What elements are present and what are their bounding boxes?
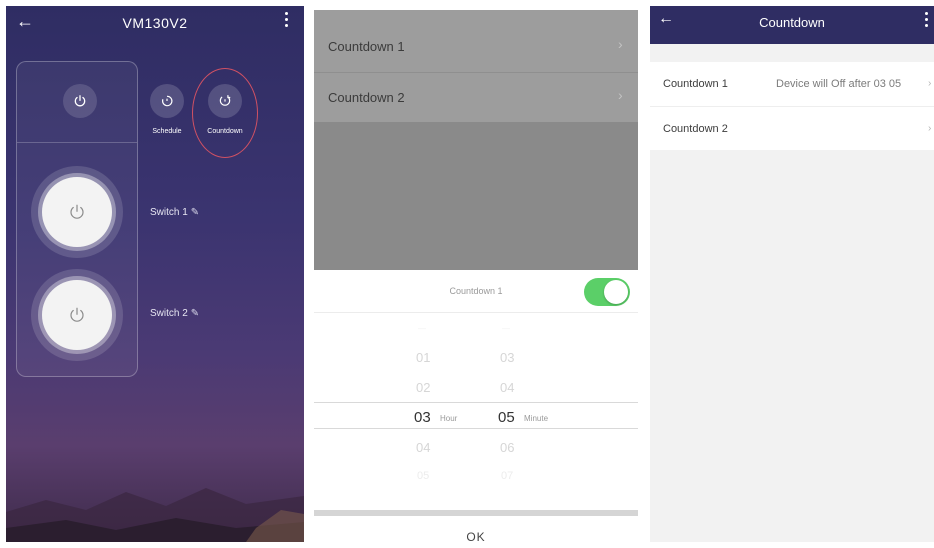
switch-1-label: Switch 1 (150, 207, 188, 218)
list-item-label: Countdown 1 (663, 78, 728, 90)
minute-option[interactable]: 07 (501, 470, 513, 482)
sheet-footer-divider (314, 510, 638, 516)
divider (314, 312, 638, 313)
device-title: VM130V2 (122, 15, 188, 31)
switch-2-label: Switch 2 (150, 308, 188, 319)
highlight-circle (192, 68, 258, 158)
list-item[interactable]: Countdown 2 › (314, 72, 638, 122)
picker-hint: — (502, 324, 510, 333)
switch-panel (16, 61, 138, 377)
countdown-toggle[interactable] (584, 278, 630, 306)
power-icon (70, 307, 84, 322)
page-title: Countdown (759, 15, 825, 30)
list-item[interactable]: Countdown 1 Device will Off after 03 05 … (650, 62, 934, 106)
chevron-right-icon: › (928, 123, 932, 134)
hour-option[interactable]: 01 (416, 350, 430, 365)
timer-icon (162, 95, 173, 107)
toggle-knob (604, 280, 628, 304)
hour-option[interactable]: 04 (416, 440, 430, 455)
list-item[interactable]: Countdown 2 › (650, 106, 934, 150)
hour-unit: Hour (440, 414, 458, 423)
countdown-sheet: Countdown 1 — 01 02 03 Hour 04 05 — 03 0… (314, 270, 638, 544)
top-bar: ← Countdown (650, 6, 934, 44)
switch-1-label-row[interactable]: Switch 1 ✎ (150, 207, 199, 218)
pencil-icon[interactable]: ✎ (191, 207, 199, 218)
switch-1-button[interactable] (31, 166, 123, 258)
list-item-label: Countdown 2 (663, 123, 728, 135)
countdown-list-dimmed: Countdown 1 › Countdown 2 › (314, 10, 638, 122)
mountain-background (6, 488, 304, 542)
selection-line-bottom (314, 428, 638, 429)
minute-option[interactable]: 03 (500, 350, 514, 365)
countdown-picker-screen: Countdown 1 › Countdown 2 › Countdown 1 … (314, 10, 638, 544)
dim-overlay: Countdown 1 › Countdown 2 › (314, 10, 638, 270)
pencil-icon[interactable]: ✎ (191, 308, 199, 319)
minute-unit: Minute (524, 414, 549, 423)
picker-hint: — (418, 324, 426, 333)
all-power-button[interactable] (63, 84, 97, 118)
chevron-right-icon: › (618, 87, 623, 103)
more-menu-icon[interactable] (284, 12, 290, 30)
device-screen: ← VM130V2 Schedule Countdown Switch 1 ✎ … (6, 6, 304, 542)
switch-2-button[interactable] (31, 269, 123, 361)
schedule-label: Schedule (152, 128, 182, 135)
switch-1-knob (42, 177, 112, 247)
list-item[interactable]: Countdown 1 › (314, 22, 638, 72)
chevron-right-icon: › (928, 78, 932, 89)
minute-selected[interactable]: 05 (498, 409, 515, 426)
panel-divider (17, 142, 137, 143)
hour-selected[interactable]: 03 (414, 409, 431, 426)
power-icon (74, 95, 86, 107)
ok-button[interactable]: OK (314, 530, 638, 544)
countdown-list-screen: ← Countdown Countdown 1 Device will Off … (650, 6, 934, 542)
list-item-value: Device will Off after 03 05 (776, 78, 902, 90)
chevron-right-icon: › (618, 36, 623, 52)
list-item-label: Countdown 2 (328, 90, 405, 105)
selection-line-top (314, 402, 638, 403)
hour-option[interactable]: 02 (416, 380, 430, 395)
list-item-label: Countdown 1 (328, 39, 405, 54)
minute-option[interactable]: 06 (500, 440, 514, 455)
minute-option[interactable]: 04 (500, 380, 514, 395)
switch-2-label-row[interactable]: Switch 2 ✎ (150, 308, 199, 319)
switch-2-knob (42, 280, 112, 350)
more-menu-icon[interactable] (924, 12, 930, 30)
power-icon (70, 204, 84, 219)
top-bar: ← VM130V2 (6, 6, 304, 46)
schedule-button[interactable] (150, 84, 184, 118)
hour-option[interactable]: 05 (417, 470, 429, 482)
countdown-list: Countdown 1 Device will Off after 03 05 … (650, 62, 934, 150)
